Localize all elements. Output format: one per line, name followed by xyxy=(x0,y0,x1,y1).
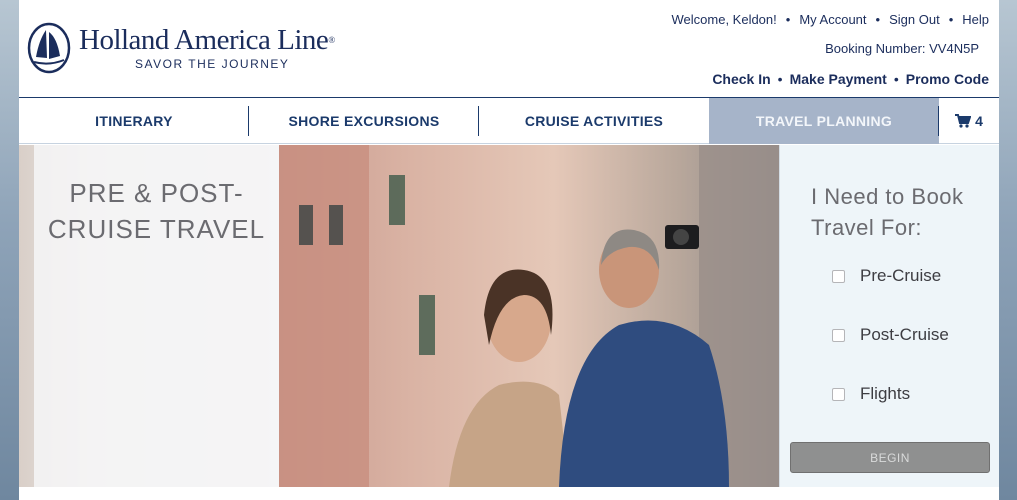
book-travel-heading-line2: Travel For: xyxy=(811,215,923,240)
site-header: Holland America Line® SAVOR THE JOURNEY … xyxy=(19,0,999,98)
cart-button[interactable]: 4 xyxy=(939,98,999,144)
pre-cruise-label: Pre-Cruise xyxy=(860,266,942,285)
post-cruise-checkbox[interactable] xyxy=(832,328,845,342)
account-links: Welcome, Keldon! • My Account • Sign Out… xyxy=(671,12,990,27)
main-nav: ITINERARY SHORE EXCURSIONS CRUISE ACTIVI… xyxy=(19,98,999,144)
cart-count: 4 xyxy=(975,113,983,129)
hero-title-line2: CRUISE TRAVEL xyxy=(47,214,266,244)
flights-label: Flights xyxy=(860,384,911,403)
book-travel-panel: I Need to Book Travel For: Pre-Cruise Po… xyxy=(779,145,999,487)
tab-cruise-activities[interactable]: CRUISE ACTIVITIES xyxy=(479,98,709,144)
my-account-link[interactable]: My Account xyxy=(799,12,866,27)
welcome-text: Welcome, Keldon! xyxy=(671,12,777,27)
make-payment-link[interactable]: Make Payment xyxy=(790,71,887,87)
post-cruise-option[interactable]: Post-Cruise xyxy=(832,325,949,345)
flights-option[interactable]: Flights xyxy=(832,384,910,404)
tab-itinerary[interactable]: ITINERARY xyxy=(19,98,249,144)
page: Holland America Line® SAVOR THE JOURNEY … xyxy=(19,0,999,500)
book-travel-heading-line1: I Need to Book xyxy=(811,184,964,209)
post-cruise-label: Post-Cruise xyxy=(860,325,949,344)
tab-travel-planning[interactable]: TRAVEL PLANNING xyxy=(709,98,939,144)
check-in-link[interactable]: Check In xyxy=(712,71,770,87)
hero-photo-couple xyxy=(279,145,779,487)
flights-checkbox[interactable] xyxy=(832,387,845,401)
hero-banner: PRE & POST- CRUISE TRAVEL I Need to Book… xyxy=(19,145,999,487)
booking-actions: Check In • Make Payment • Promo Code xyxy=(712,71,989,87)
couple-figures xyxy=(449,225,729,487)
brand-name: Holland America Line xyxy=(79,24,329,56)
registered-mark: ® xyxy=(328,35,335,45)
ship-sail-emblem-icon xyxy=(27,22,71,74)
pre-cruise-checkbox[interactable] xyxy=(832,269,845,283)
sign-out-link[interactable]: Sign Out xyxy=(889,12,940,27)
promo-code-link[interactable]: Promo Code xyxy=(906,71,989,87)
tab-shore-excursions[interactable]: SHORE EXCURSIONS xyxy=(249,98,479,144)
brand-logo[interactable]: Holland America Line® SAVOR THE JOURNEY xyxy=(27,20,367,76)
pre-cruise-option[interactable]: Pre-Cruise xyxy=(832,266,941,286)
shopping-cart-icon xyxy=(955,114,972,128)
booking-number: Booking Number: VV4N5P xyxy=(825,41,979,56)
begin-button[interactable]: BEGIN xyxy=(790,442,990,473)
hero-title: PRE & POST- CRUISE TRAVEL xyxy=(34,175,279,247)
hero-title-line1: PRE & POST- xyxy=(69,178,244,208)
book-travel-heading: I Need to Book Travel For: xyxy=(811,181,991,243)
brand-tagline: SAVOR THE JOURNEY xyxy=(135,57,290,71)
help-link[interactable]: Help xyxy=(962,12,989,27)
